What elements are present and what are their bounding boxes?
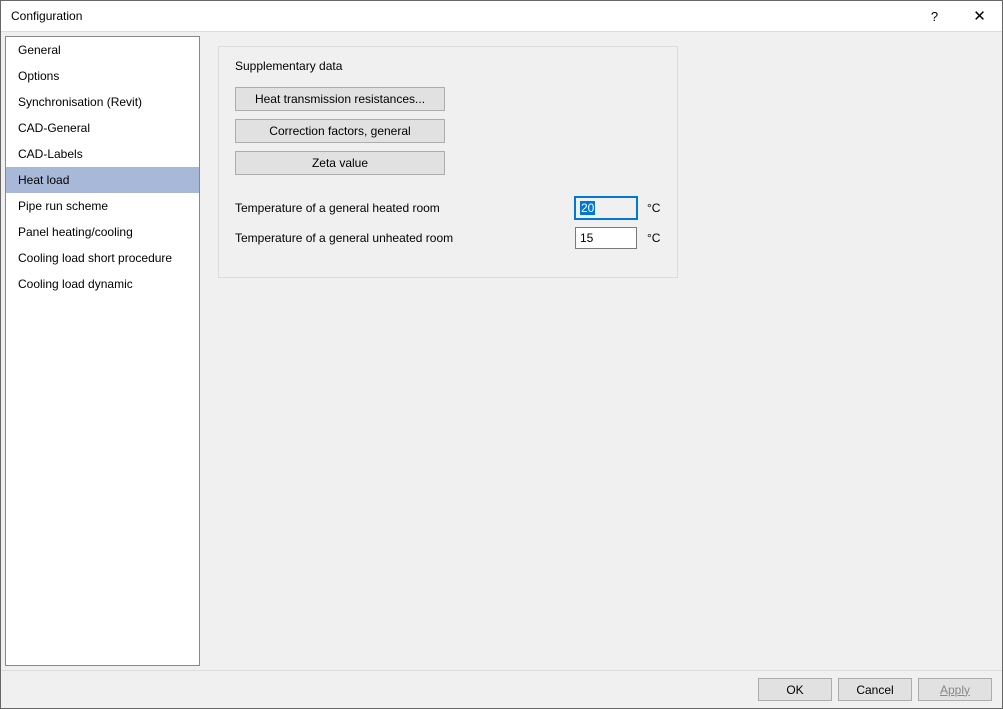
correction-factors-button[interactable]: Correction factors, general	[235, 119, 445, 143]
unheated-room-label: Temperature of a general unheated room	[235, 231, 575, 245]
apply-label: Apply	[940, 683, 970, 697]
dialog-footer: OK Cancel Apply	[1, 670, 1002, 708]
main-panel: Supplementary data Heat transmission res…	[200, 32, 1002, 670]
sidebar-item-sync-revit[interactable]: Synchronisation (Revit)	[6, 89, 199, 115]
ok-button[interactable]: OK	[758, 678, 832, 701]
close-button[interactable]: ✕	[957, 1, 1002, 31]
sidebar-item-cad-labels[interactable]: CAD-Labels	[6, 141, 199, 167]
titlebar: Configuration ? ✕	[1, 1, 1002, 31]
heated-room-value: 20	[580, 201, 595, 215]
titlebar-buttons: ? ✕	[912, 1, 1002, 31]
unheated-room-unit: °C	[647, 231, 660, 245]
heat-transmission-button[interactable]: Heat transmission resistances...	[235, 87, 445, 111]
zeta-value-button[interactable]: Zeta value	[235, 151, 445, 175]
button-stack: Heat transmission resistances... Correct…	[235, 87, 661, 175]
heated-room-unit: °C	[647, 201, 660, 215]
unheated-room-input[interactable]	[575, 227, 637, 249]
sidebar-item-cooling-short[interactable]: Cooling load short procedure	[6, 245, 199, 271]
sidebar-item-heat-load[interactable]: Heat load	[6, 167, 199, 193]
apply-button[interactable]: Apply	[918, 678, 992, 701]
sidebar-item-cooling-dynamic[interactable]: Cooling load dynamic	[6, 271, 199, 297]
sidebar-item-cad-general[interactable]: CAD-General	[6, 115, 199, 141]
sidebar-item-general[interactable]: General	[6, 37, 199, 63]
config-dialog: Configuration ? ✕ General Options Synchr…	[0, 0, 1003, 709]
heated-room-input[interactable]: 20	[575, 197, 637, 219]
dialog-body: General Options Synchronisation (Revit) …	[1, 31, 1002, 670]
dialog-title: Configuration	[11, 9, 912, 23]
sidebar-item-panel-heating[interactable]: Panel heating/cooling	[6, 219, 199, 245]
help-button[interactable]: ?	[912, 1, 957, 31]
sidebar: General Options Synchronisation (Revit) …	[5, 36, 200, 666]
cancel-button[interactable]: Cancel	[838, 678, 912, 701]
unheated-room-row: Temperature of a general unheated room °…	[235, 227, 661, 249]
sidebar-item-pipe-run[interactable]: Pipe run scheme	[6, 193, 199, 219]
heated-room-label: Temperature of a general heated room	[235, 201, 575, 215]
heated-room-row: Temperature of a general heated room 20 …	[235, 197, 661, 219]
group-title: Supplementary data	[235, 59, 661, 73]
supplementary-data-group: Supplementary data Heat transmission res…	[218, 46, 678, 278]
sidebar-item-options[interactable]: Options	[6, 63, 199, 89]
